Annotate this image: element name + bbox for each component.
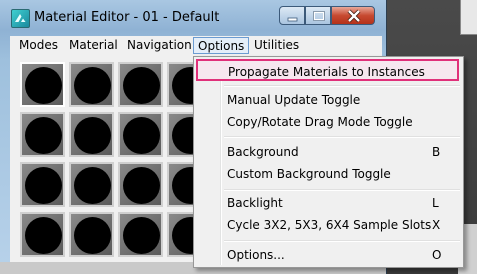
menu-item-label: Background <box>227 145 299 159</box>
material-sphere <box>123 217 160 254</box>
menu-separator <box>224 136 460 138</box>
material-sphere <box>123 67 160 104</box>
options-dropdown-menu: Propagate Materials to Instances Manual … <box>193 56 464 268</box>
sample-slot[interactable] <box>69 62 114 107</box>
material-sphere <box>25 217 62 254</box>
sample-slots-grid <box>10 56 212 274</box>
menu-item-copy-rotate-drag-mode[interactable]: Copy/Rotate Drag Mode Toggle <box>194 111 463 133</box>
window-title: Material Editor - 01 - Default <box>34 10 220 25</box>
max-app-icon[interactable] <box>11 9 30 28</box>
menu-item-label: Backlight <box>227 196 283 210</box>
menu-bar: Modes Material Navigation Options Utilit… <box>10 36 382 57</box>
menu-item-propagate-materials[interactable]: Propagate Materials to Instances <box>196 59 459 81</box>
sample-slot[interactable] <box>20 162 65 207</box>
material-sphere <box>123 117 160 154</box>
material-sphere <box>123 167 160 204</box>
menu-item-label: Custom Background Toggle <box>227 167 391 181</box>
sample-slot[interactable] <box>69 212 114 257</box>
menu-item-label: Options... <box>227 248 285 262</box>
sample-slot[interactable] <box>118 212 163 257</box>
background-panel-tab <box>460 0 477 35</box>
menu-separator <box>224 85 460 87</box>
menu-separator <box>224 189 460 191</box>
menu-item-background[interactable]: Background B <box>194 141 463 163</box>
material-sphere <box>25 117 62 154</box>
material-sphere <box>74 117 111 154</box>
menu-material[interactable]: Material <box>69 37 118 54</box>
menu-item-shortcut: O <box>432 248 442 262</box>
sample-slot[interactable] <box>20 112 65 157</box>
menu-item-shortcut: X <box>432 218 441 232</box>
material-sphere <box>74 167 111 204</box>
material-sphere <box>25 67 62 104</box>
menu-item-options[interactable]: Options... O <box>194 244 463 266</box>
menu-item-cycle-sample-slots[interactable]: Cycle 3X2, 5X3, 6X4 Sample Slots X <box>194 214 463 236</box>
menu-item-custom-background-toggle[interactable]: Custom Background Toggle <box>194 163 463 185</box>
menu-item-shortcut: B <box>432 145 441 159</box>
sample-slot[interactable] <box>69 162 114 207</box>
menu-item-label: Propagate Materials to Instances <box>228 65 425 79</box>
menu-item-label: Cycle 3X2, 5X3, 6X4 Sample Slots <box>227 218 432 232</box>
menu-options[interactable]: Options <box>193 37 250 54</box>
material-sphere <box>74 67 111 104</box>
menu-item-shortcut: L <box>432 196 439 210</box>
menu-navigation[interactable]: Navigation <box>127 37 192 54</box>
close-button[interactable] <box>331 6 375 25</box>
material-sphere <box>25 167 62 204</box>
sample-slot[interactable] <box>118 62 163 107</box>
title-bar[interactable]: Material Editor - 01 - Default <box>0 0 386 36</box>
sample-slot[interactable] <box>118 112 163 157</box>
menu-item-label: Manual Update Toggle <box>227 93 361 107</box>
maximize-button[interactable] <box>305 6 331 25</box>
menu-item-label: Copy/Rotate Drag Mode Toggle <box>227 115 413 129</box>
menu-modes[interactable]: Modes <box>19 37 58 54</box>
menu-utilities[interactable]: Utilities <box>254 37 299 54</box>
menu-item-manual-update-toggle[interactable]: Manual Update Toggle <box>194 89 463 111</box>
sample-slot[interactable] <box>20 62 65 107</box>
material-sphere <box>74 217 111 254</box>
menu-item-backlight[interactable]: Backlight L <box>194 192 463 214</box>
sample-slot[interactable] <box>69 112 114 157</box>
sample-slot[interactable] <box>118 162 163 207</box>
sample-slot[interactable] <box>20 212 65 257</box>
menu-separator <box>224 240 460 242</box>
minimize-button[interactable] <box>279 6 305 25</box>
